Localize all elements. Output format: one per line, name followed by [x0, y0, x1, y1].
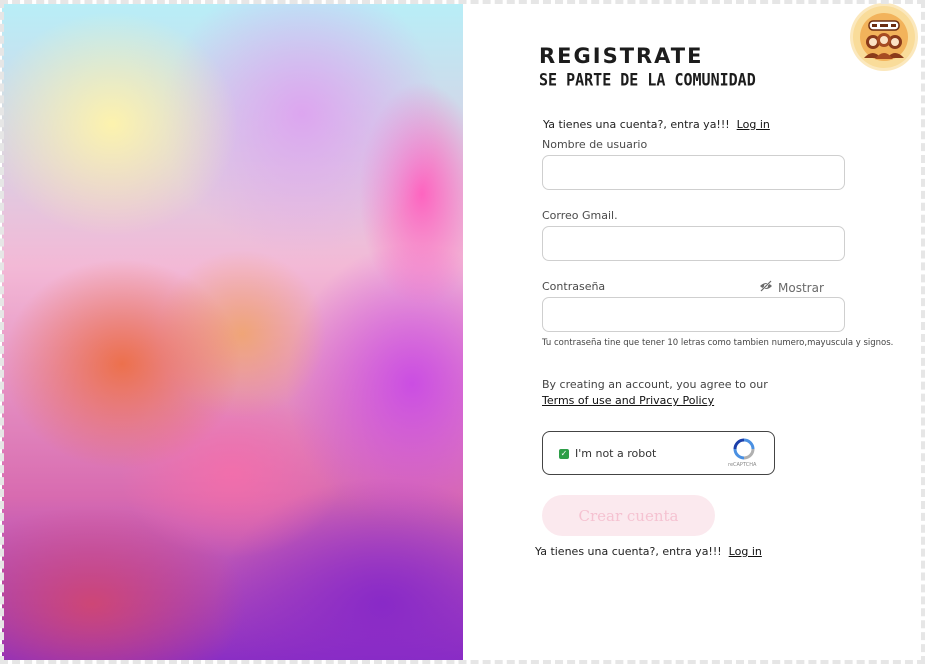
page-subtitle: SE PARTE DE LA COMUNIDAD	[539, 70, 756, 91]
login-prompt-top: Ya tienes una cuenta?, entra ya!!! Log i…	[543, 118, 770, 131]
username-input[interactable]	[542, 155, 845, 190]
terms-link[interactable]: Terms of use and Privacy Policy	[542, 393, 768, 409]
email-input[interactable]	[542, 226, 845, 261]
create-account-button[interactable]: Crear cuenta	[542, 495, 715, 536]
email-label: Correo Gmail.	[542, 209, 618, 222]
hero-gradient-art	[2, 4, 463, 660]
password-hint: Tu contraseña tine que tener 10 letras c…	[542, 338, 894, 348]
eye-slash-icon	[759, 280, 773, 295]
community-logo-icon	[853, 6, 915, 68]
recaptcha-checkbox[interactable]: ✓	[559, 449, 569, 459]
recaptcha-widget: ✓ I'm not a robot reCAPTCHA	[542, 431, 775, 475]
login-prompt-text: Ya tienes una cuenta?, entra ya!!!	[543, 118, 730, 131]
terms-text: By creating an account, you agree to our	[542, 378, 768, 391]
username-label: Nombre de usuario	[542, 138, 648, 151]
login-link-bottom[interactable]: Log in	[729, 545, 762, 558]
recaptcha-brand: reCAPTCHA	[728, 462, 757, 468]
login-link-top[interactable]: Log in	[737, 118, 770, 131]
show-password-toggle[interactable]: Mostrar	[759, 280, 824, 295]
recaptcha-label: I'm not a robot	[575, 447, 657, 460]
page-title: REGISTRATE	[539, 44, 704, 68]
password-label: Contraseña	[542, 280, 606, 293]
recaptcha-logo-icon	[731, 438, 757, 460]
terms-notice: By creating an account, you agree to our…	[542, 377, 768, 409]
login-prompt-bottom: Ya tienes una cuenta?, entra ya!!! Log i…	[535, 545, 762, 558]
password-input[interactable]	[542, 297, 845, 332]
login-prompt-text-bottom: Ya tienes una cuenta?, entra ya!!!	[535, 545, 722, 558]
show-password-label: Mostrar	[778, 280, 824, 295]
